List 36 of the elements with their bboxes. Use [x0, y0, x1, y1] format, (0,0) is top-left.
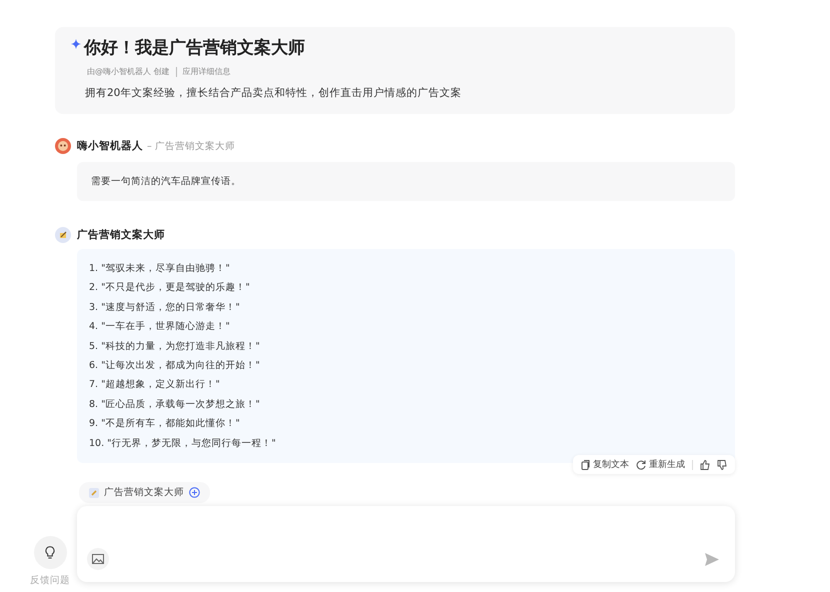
copy-text-button[interactable]: 复制文本	[581, 458, 629, 472]
creator-text: 由@嗨小智机器人 创建	[87, 66, 170, 77]
sparkle-icon	[71, 39, 81, 49]
slogan-item: 9. "不是所有车，都能如此懂你！"	[89, 417, 241, 432]
slogan-item: 7. "超越想象，定义新出行！"	[89, 378, 221, 392]
image-icon	[92, 554, 104, 564]
thumbs-up-icon[interactable]	[700, 460, 710, 470]
slogan-item: 3. "速度与舒适，您的日常奢华！"	[89, 300, 241, 315]
refresh-icon	[636, 460, 646, 470]
message-input-box[interactable]	[77, 506, 735, 582]
lightbulb-icon	[45, 546, 55, 559]
slogan-item: 8. "匠心品质，承载每一次梦想之旅！"	[89, 398, 261, 412]
user-message: 需要一句简洁的汽车品牌宣传语。	[77, 162, 735, 201]
agent-name: 广告营销文案大师	[77, 228, 165, 242]
agent-avatar-icon	[55, 227, 71, 243]
user-name: 嗨小智机器人	[77, 139, 143, 153]
agent-icon	[89, 488, 99, 498]
intro-description: 拥有20年文案经验，擅长结合产品卖点和特性，创作直击用户情感的广告文案	[85, 86, 462, 100]
feedback-button[interactable]	[34, 536, 66, 569]
regenerate-button[interactable]: 重新生成	[636, 458, 685, 472]
feedback-label: 反馈问题	[30, 574, 70, 587]
slogan-item: 5. "科技的力量，为您打造非凡旅程！"	[89, 340, 261, 354]
slogan-item: 6. "让每次出发，都成为向往的开始！"	[89, 359, 261, 374]
slogan-item: 2. "不只是代步，更是驾驶的乐趣！"	[89, 281, 251, 296]
slogan-item: 1. "驾驭未来，尽享自由驰骋！"	[89, 262, 231, 276]
slogan-item: 10. "行无界，梦无限，与您同行每一程！"	[89, 436, 277, 451]
robot-avatar-icon	[55, 138, 71, 154]
add-icon[interactable]	[189, 487, 200, 498]
slogan-item: 4. "一车在手，世界随心游走！"	[89, 320, 231, 334]
thumbs-down-icon[interactable]	[717, 460, 727, 470]
agent-chip[interactable]: 广告营销文案大师	[79, 482, 210, 504]
image-upload-button[interactable]	[87, 548, 109, 570]
agent-chip-label: 广告营销文案大师	[104, 486, 184, 500]
intro-title: 你好！我是广告营销文案大师	[84, 37, 305, 59]
copy-icon	[581, 460, 590, 470]
agent-context: – 广告营销文案大师	[147, 140, 235, 152]
